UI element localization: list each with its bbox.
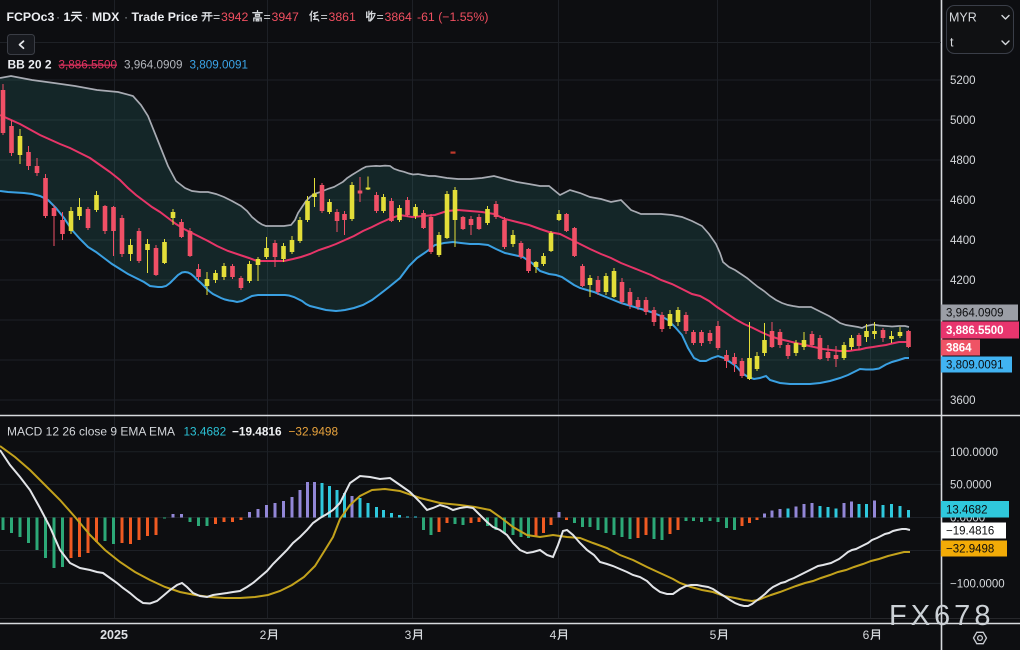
svg-text:=: = (377, 10, 384, 24)
svg-text:FCPOc3: FCPOc3 (7, 10, 55, 24)
svg-text:=: = (264, 10, 271, 24)
svg-text:1: 1 (64, 10, 71, 24)
svg-text:−19.4816: −19.4816 (232, 425, 282, 439)
svg-text:=: = (321, 10, 328, 24)
svg-text:2025: 2025 (100, 628, 128, 642)
svg-text:3,809.0091: 3,809.0091 (946, 360, 1004, 372)
svg-text:−100.0000: −100.0000 (950, 579, 1005, 591)
svg-text:−19.4816: −19.4816 (946, 526, 994, 538)
svg-text:3864: 3864 (385, 10, 413, 24)
svg-text:3,809.0091: 3,809.0091 (190, 59, 249, 72)
svg-text:4: 4 (550, 628, 557, 642)
svg-text:5000: 5000 (950, 115, 976, 127)
svg-text:MACD 12 26 close 9 EMA EMA: MACD 12 26 close 9 EMA EMA (7, 425, 175, 439)
svg-text:3,886.5500: 3,886.5500 (59, 59, 118, 72)
svg-text:3600: 3600 (950, 395, 976, 407)
svg-text:4800: 4800 (950, 155, 976, 167)
svg-text:3861: 3861 (329, 10, 357, 24)
svg-text:4200: 4200 (950, 275, 976, 287)
svg-text:−32.9498: −32.9498 (946, 544, 994, 556)
svg-text:t: t (950, 36, 954, 50)
svg-text:100.0000: 100.0000 (950, 447, 998, 459)
svg-text:3,964.0909: 3,964.0909 (124, 59, 183, 72)
svg-text:3,964.0909: 3,964.0909 (946, 308, 1004, 320)
svg-text:3947: 3947 (272, 10, 300, 24)
svg-text:FX678: FX678 (889, 600, 994, 632)
svg-text:4600: 4600 (950, 195, 976, 207)
svg-text:6: 6 (863, 628, 870, 642)
svg-text:BB 20 2: BB 20 2 (8, 58, 52, 72)
svg-text:·: · (124, 10, 128, 24)
svg-text:3864: 3864 (946, 343, 972, 355)
svg-text:4400: 4400 (950, 235, 976, 247)
svg-text:13.4682: 13.4682 (946, 504, 988, 516)
svg-text:-61 (−1.55%): -61 (−1.55%) (417, 10, 488, 24)
svg-text:=: = (213, 10, 220, 24)
svg-text:5: 5 (710, 628, 717, 642)
svg-text:Trade Price: Trade Price (132, 10, 198, 24)
svg-text:5200: 5200 (950, 75, 976, 87)
svg-text:MYR: MYR (949, 11, 977, 25)
svg-text:·: · (56, 10, 60, 24)
svg-text:·: · (85, 10, 89, 24)
svg-text:13.4682: 13.4682 (184, 425, 227, 439)
svg-text:3942: 3942 (221, 10, 249, 24)
svg-text:50.0000: 50.0000 (950, 480, 992, 492)
svg-text:−32.9498: −32.9498 (289, 425, 339, 439)
svg-text:3: 3 (405, 628, 412, 642)
svg-text:3,886.5500: 3,886.5500 (946, 325, 1004, 337)
svg-text:MDX: MDX (92, 10, 120, 24)
svg-text:2: 2 (260, 628, 267, 642)
